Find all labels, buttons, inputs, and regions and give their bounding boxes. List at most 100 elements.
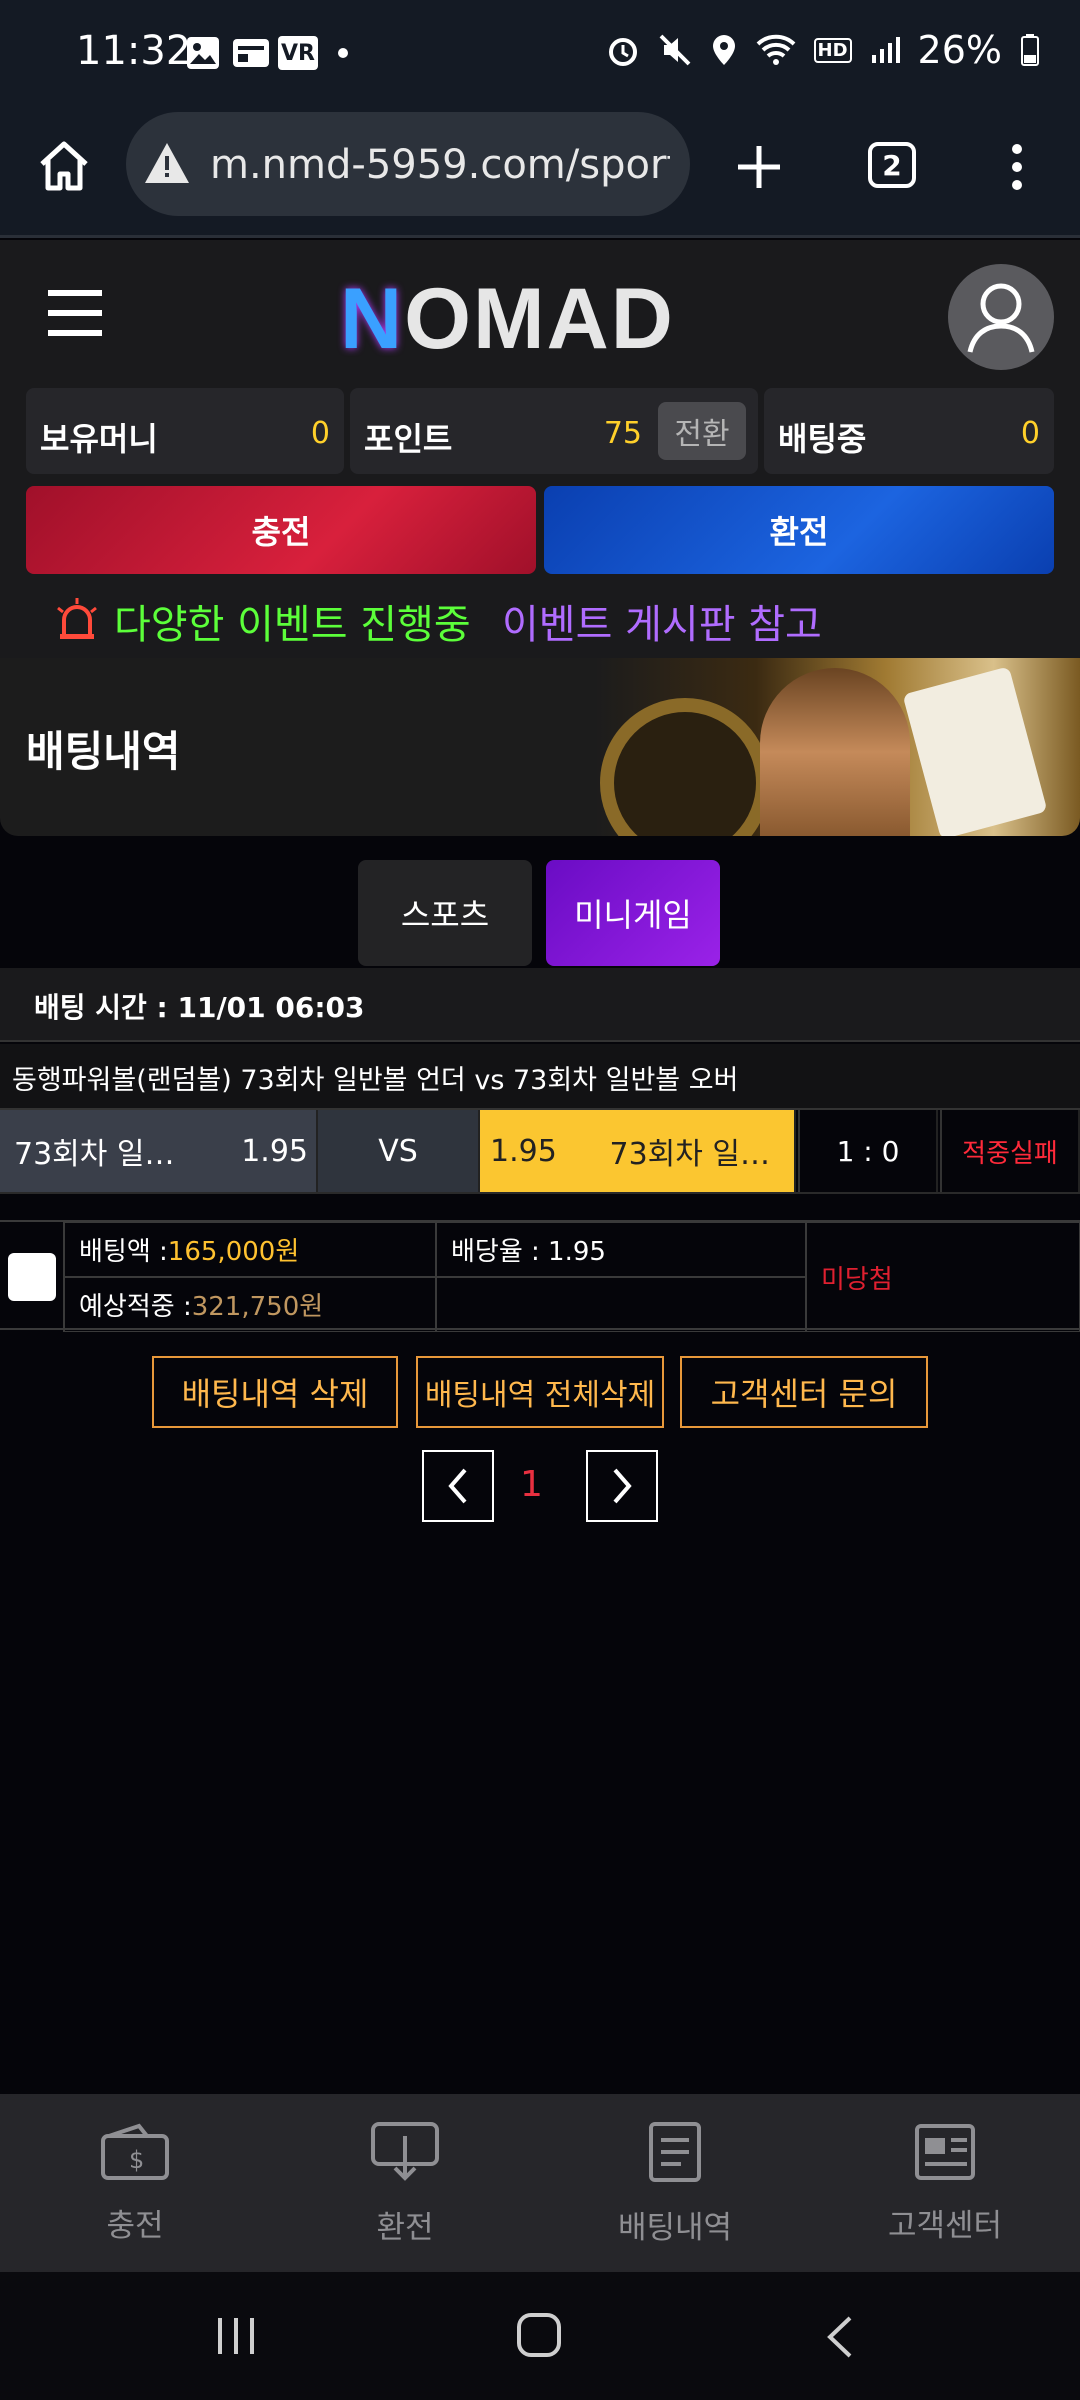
- nav-support-label: 고객센터: [887, 2207, 1003, 2244]
- support-inquiry-button[interactable]: 고객센터 문의: [680, 1356, 928, 1428]
- empty-cell: [436, 1277, 806, 1332]
- money-box: 보유머니 0: [26, 388, 344, 474]
- notice-bar[interactable]: 다양한 이벤트 진행중 이벤트 게시판 참고: [0, 580, 1080, 658]
- bet-time-label: 배팅 시간 : 11/01 06:03: [34, 991, 365, 1024]
- logo-text: OMAD: [404, 271, 675, 367]
- current-page[interactable]: 1: [520, 1464, 543, 1505]
- amount-cell: 배팅액 : 165,000원: [64, 1222, 436, 1277]
- amount-label: 배팅액 :: [79, 1237, 168, 1267]
- more-menu-icon[interactable]: [1010, 142, 1024, 196]
- rate-cell: 배당율 : 1.95: [436, 1222, 806, 1277]
- mute-icon: [659, 34, 690, 66]
- user-avatar-icon[interactable]: [948, 264, 1054, 370]
- newspaper-icon: [915, 2123, 975, 2180]
- wallet-icon: $: [101, 2123, 169, 2180]
- balance-row: 보유머니 0 포인트 75 전환 배팅중 0: [0, 380, 1080, 480]
- system-nav-bar: [0, 2272, 1080, 2400]
- logo-n: N: [340, 271, 405, 367]
- site-header: NOMAD: [0, 240, 1080, 380]
- result-cell: 적중실패: [940, 1110, 1080, 1192]
- point-box: 포인트 75 전환: [350, 388, 758, 474]
- cast-icon: [232, 38, 270, 72]
- nav-deposit[interactable]: $ 충전: [0, 2094, 270, 2272]
- betting-box: 배팅중 0: [764, 388, 1054, 474]
- tab-sports[interactable]: 스포츠: [358, 860, 532, 966]
- away-option-selected: 1.95 73회차 일…: [480, 1110, 796, 1192]
- match-title-bar: 동행파워볼(랜덤볼) 73회차 일반볼 언더 vs 73회차 일반볼 오버: [0, 1044, 1080, 1110]
- vr-icon: VR: [278, 36, 318, 70]
- bet-detail-table: 배팅액 : 165,000원 배당율 : 1.95 예상적중 : 321,750…: [0, 1220, 1080, 1332]
- expected-cell: 예상적중 : 321,750원: [64, 1277, 436, 1332]
- tab-count-button[interactable]: 2: [868, 142, 916, 188]
- nav-withdraw[interactable]: 환전: [270, 2094, 540, 2272]
- playing-card-image: [902, 666, 1048, 836]
- money-value: 0: [310, 416, 330, 451]
- warning-icon: [142, 140, 192, 190]
- money-label: 보유머니: [40, 420, 158, 458]
- nav-deposit-label: 충전: [106, 2207, 164, 2244]
- nav-bet-history-label: 배팅내역: [617, 2209, 733, 2246]
- bet-time-bar: 배팅 시간 : 11/01 06:03: [0, 968, 1080, 1042]
- score-cell: 1 : 0: [798, 1110, 938, 1192]
- status-icons: HD 26%: [606, 28, 1040, 72]
- document-icon: [649, 2121, 701, 2182]
- status-bar: 11:32 VR HD 26%: [0, 0, 1080, 112]
- home-nav-icon[interactable]: [516, 2312, 562, 2362]
- nav-support[interactable]: 고객센터: [810, 2094, 1080, 2272]
- convert-button[interactable]: 전환: [658, 402, 746, 460]
- location-icon: [712, 35, 735, 65]
- point-value: 75: [603, 416, 642, 451]
- page-banner: 배팅내역: [0, 658, 1080, 836]
- status-cell: 미당첨: [806, 1222, 1080, 1332]
- delete-all-history-button[interactable]: 배팅내역 전체삭제: [416, 1356, 664, 1428]
- tab-minigame[interactable]: 미니게임: [546, 860, 720, 966]
- nav-bet-history[interactable]: 배팅내역: [540, 2094, 810, 2272]
- betting-value: 0: [1020, 416, 1040, 451]
- select-cell: [0, 1222, 64, 1332]
- home-icon[interactable]: [36, 138, 92, 196]
- odds-row: 73회차 일… 1.95 VS 1.95 73회차 일… 1 : 0 적중실패: [0, 1110, 1080, 1192]
- url-bar[interactable]: m.nmd-5959.com/sports: [126, 112, 690, 216]
- gallery-icon: [186, 36, 220, 74]
- select-checkbox[interactable]: [7, 1253, 56, 1301]
- status-time: 11:32: [76, 28, 192, 74]
- browser-toolbar: m.nmd-5959.com/sports 2: [0, 112, 1080, 238]
- notification-dot-icon: [338, 48, 348, 58]
- bottom-nav: $ 충전 환전 배팅내역 고객센터: [0, 2094, 1080, 2272]
- row-divider: [0, 1192, 1080, 1194]
- vs-cell: VS: [318, 1110, 480, 1192]
- recent-apps-icon[interactable]: [214, 2314, 258, 2362]
- svg-text:$: $: [129, 2146, 144, 2174]
- url-text: m.nmd-5959.com/sports: [210, 142, 670, 188]
- casino-chip-icon: [600, 698, 770, 836]
- action-row: 충전 환전: [0, 480, 1080, 580]
- nav-withdraw-label: 환전: [376, 2209, 434, 2246]
- new-tab-icon[interactable]: [734, 142, 784, 196]
- expected-label: 예상적중 :: [79, 1292, 192, 1322]
- amount-value: 165,000원: [167, 1237, 300, 1267]
- home-odds: 1.95: [241, 1133, 308, 1169]
- home-name: 73회차 일…: [14, 1137, 175, 1172]
- wifi-icon: [756, 34, 795, 65]
- chevron-left-icon: [448, 1468, 467, 1504]
- match-title: 동행파워볼(랜덤볼) 73회차 일반볼 언더 vs 73회차 일반볼 오버: [12, 1065, 739, 1096]
- notice-text-2: 이벤트 게시판 참고: [502, 602, 822, 648]
- prev-page-button[interactable]: [422, 1450, 494, 1522]
- notice-text-1: 다양한 이벤트 진행중: [114, 602, 471, 648]
- banner-figure-image: [760, 668, 910, 836]
- point-label: 포인트: [364, 420, 453, 458]
- home-option: 73회차 일… 1.95: [0, 1110, 318, 1192]
- next-page-button[interactable]: [586, 1450, 658, 1522]
- alarm-icon: [608, 38, 637, 66]
- site-logo[interactable]: NOMAD: [340, 270, 675, 369]
- back-nav-icon[interactable]: [824, 2314, 854, 2364]
- chevron-right-icon: [613, 1468, 632, 1504]
- expected-value: 321,750원: [191, 1292, 324, 1322]
- signal-icon: [871, 37, 900, 63]
- page-title: 배팅내역: [26, 727, 181, 776]
- deposit-button[interactable]: 충전: [26, 486, 536, 574]
- withdraw-button[interactable]: 환전: [544, 486, 1054, 574]
- hamburger-menu-icon[interactable]: [48, 290, 102, 340]
- betting-label: 배팅중: [778, 420, 867, 458]
- delete-history-button[interactable]: 배팅내역 삭제: [152, 1356, 398, 1428]
